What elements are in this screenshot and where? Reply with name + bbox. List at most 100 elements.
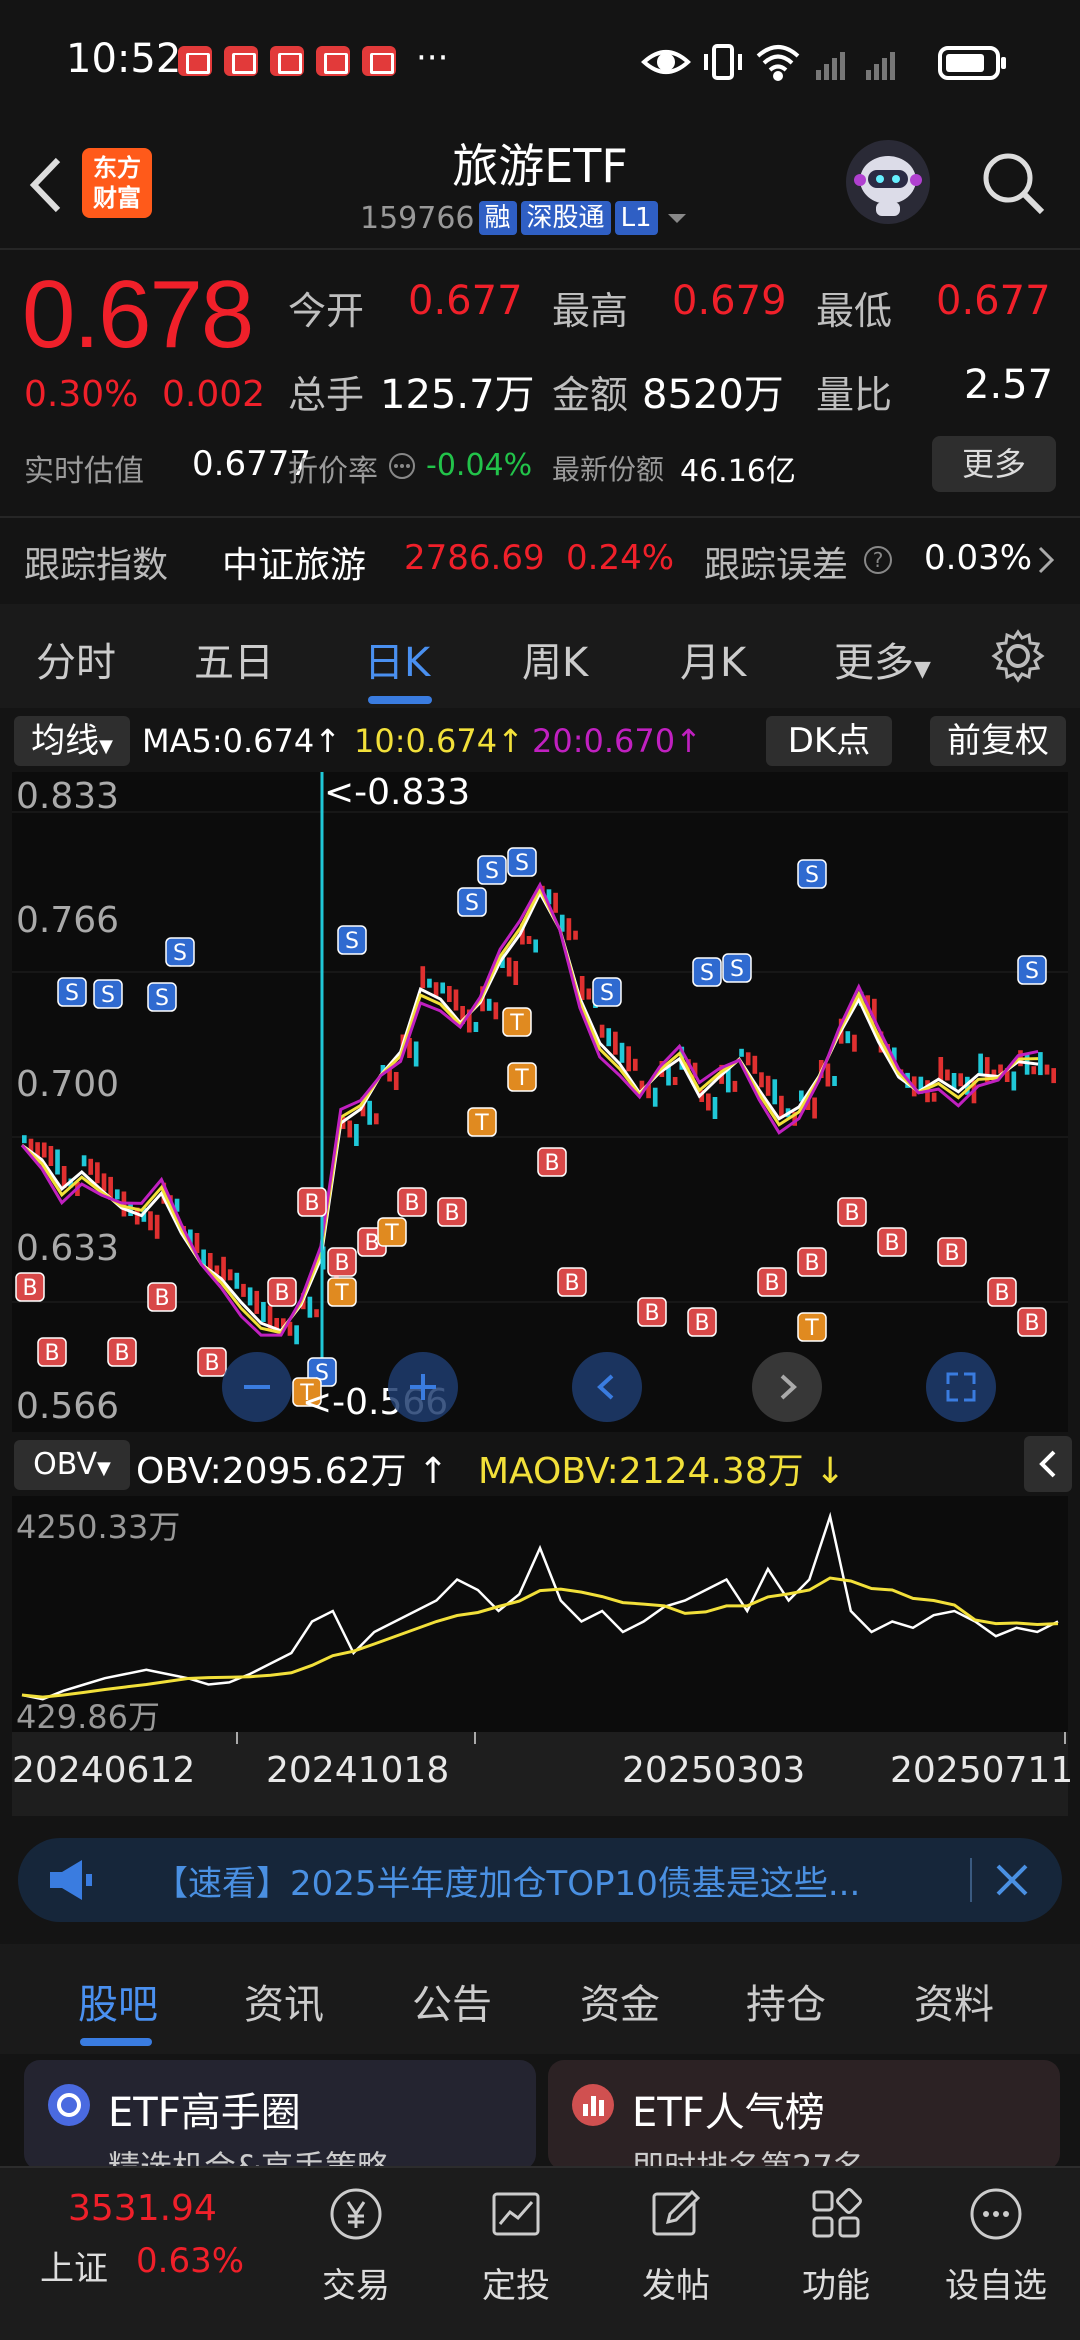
sell-marker: S xyxy=(692,957,722,987)
candle xyxy=(945,1069,950,1081)
date-label: 20250303 xyxy=(622,1750,806,1791)
tab-daily-k[interactable]: 日K xyxy=(364,630,430,688)
nav-label: 交易 xyxy=(322,2266,390,2306)
candle xyxy=(852,1034,857,1052)
date-label: 20240612 xyxy=(12,1750,196,1791)
tab-holdings[interactable]: 持仓 xyxy=(746,1972,826,2030)
fullscreen-button[interactable] xyxy=(926,1352,996,1422)
eye-icon xyxy=(641,50,691,74)
shares-value: 46.16亿 xyxy=(680,454,796,489)
candle xyxy=(825,1063,831,1087)
candle xyxy=(55,1149,60,1175)
svg-text:T: T xyxy=(514,1066,529,1091)
nav-post[interactable]: 发帖 xyxy=(616,2184,736,2307)
low-label: 最低 xyxy=(816,289,893,333)
buy-marker: B xyxy=(15,1272,45,1302)
divider xyxy=(970,1858,972,1902)
more-circle-icon xyxy=(970,2188,1022,2240)
dk-point-button[interactable]: DK点 xyxy=(766,716,892,766)
candle xyxy=(506,957,512,977)
back-button[interactable] xyxy=(22,150,70,220)
more-quote-button[interactable]: 更多 xyxy=(932,436,1056,492)
nav-invest-plan[interactable]: 定投 xyxy=(456,2184,576,2307)
status-time: 10:52 xyxy=(66,36,182,82)
tab-announcements[interactable]: 公告 xyxy=(412,1972,492,2030)
t-marker: T xyxy=(467,1107,497,1137)
tab-weekly-k[interactable]: 周K xyxy=(522,630,588,688)
candle xyxy=(367,1100,372,1125)
help-icon[interactable]: ? xyxy=(862,544,894,576)
nav-label: 实时估值 xyxy=(24,454,144,489)
more-notifications: ··· xyxy=(416,38,449,78)
search-icon xyxy=(983,153,1045,215)
tab-monthly-k[interactable]: 月K xyxy=(680,630,746,688)
indicator-selector[interactable]: OBV▼ xyxy=(14,1440,130,1490)
candle xyxy=(261,1302,266,1322)
tab-more[interactable]: 更多▼ xyxy=(834,630,931,688)
caret-down-icon[interactable] xyxy=(662,208,692,228)
svg-text:B: B xyxy=(694,1311,709,1336)
k-line-svg: S S SSSSSS S SSS S SB BBBBBBB BBBB BBBBB BBBBBTTTT… xyxy=(12,772,1068,1407)
ma5-value: MA5:0.674↑ xyxy=(142,722,342,760)
etf-expert-card[interactable]: ETF高手圈 精选机会&高手策略 xyxy=(24,2060,536,2170)
tab-news[interactable]: 资讯 xyxy=(244,1972,324,2030)
search-button[interactable] xyxy=(978,148,1048,218)
tab-five-day[interactable]: 五日 xyxy=(194,630,274,688)
error-label: 跟踪误差 xyxy=(704,545,849,586)
tab-forum[interactable]: 股吧 xyxy=(78,1972,158,2030)
candle xyxy=(354,1124,359,1146)
candle xyxy=(95,1162,100,1184)
date-tick xyxy=(1064,1732,1066,1744)
buy-marker: B xyxy=(437,1197,467,1227)
notification-icon xyxy=(224,46,258,76)
candle xyxy=(765,1075,771,1096)
scroll-left-button[interactable] xyxy=(572,1352,642,1422)
caret-down-icon: ▼ xyxy=(914,657,931,682)
nav-trade[interactable]: 交易 xyxy=(296,2184,416,2307)
notification-icon xyxy=(316,46,350,76)
ma-selector[interactable]: 均线▼ xyxy=(14,716,130,766)
date-label: 20250711 xyxy=(890,1750,1074,1791)
candle xyxy=(247,1287,253,1306)
scroll-right-button[interactable] xyxy=(752,1352,822,1422)
settings-gear-icon[interactable] xyxy=(990,628,1046,684)
news-text: 【速看】2025半年度加仓TOP10债基是这些... xyxy=(154,1864,861,1904)
market-index-widget[interactable]: 3531.94 上证 0.63% xyxy=(40,2188,244,2290)
tab-profile[interactable]: 资料 xyxy=(914,1972,994,2030)
obv-chart[interactable]: 4250.33万 429.86万 xyxy=(12,1496,1068,1736)
notification-icon xyxy=(362,46,396,76)
tab-funds[interactable]: 资金 xyxy=(580,1972,660,2030)
etf-popular-card[interactable]: ETF人气榜 即时排名第27名 xyxy=(548,2060,1060,2170)
grid-icon xyxy=(812,2188,862,2238)
ma-selector-label: 均线 xyxy=(31,721,100,761)
nav-add-watchlist[interactable]: 设自选 xyxy=(936,2184,1056,2307)
zoom-in-button[interactable] xyxy=(388,1352,458,1422)
svg-text:S: S xyxy=(515,851,529,876)
collapse-button[interactable] xyxy=(1024,1436,1072,1492)
buy-marker: B xyxy=(147,1282,177,1312)
info-dots-icon[interactable] xyxy=(388,452,416,480)
tab-intraday[interactable]: 分时 xyxy=(36,630,116,688)
svg-text:S: S xyxy=(730,957,744,982)
level-tag: L1 xyxy=(614,201,658,235)
news-banner[interactable]: 【速看】2025半年度加仓TOP10债基是这些... xyxy=(18,1838,1062,1922)
svg-text:B: B xyxy=(1024,1311,1039,1336)
candle xyxy=(533,939,538,953)
robot-assistant-icon[interactable] xyxy=(846,140,930,224)
nav-label: 发帖 xyxy=(642,2266,710,2306)
candle xyxy=(626,1046,631,1072)
date-axis: 20240612 20241018 20250303 20250711 xyxy=(12,1732,1073,1816)
candle xyxy=(227,1269,233,1281)
k-line-chart[interactable]: SSSSSSSSSSSSSSBBBBBBBBBBBBBBBBBBBBBBTTTT… xyxy=(12,772,1068,1432)
close-icon[interactable] xyxy=(992,1860,1032,1900)
stock-code: 159766 xyxy=(360,200,475,236)
svg-text:T: T xyxy=(334,1281,349,1306)
zoom-out-button[interactable] xyxy=(222,1352,292,1422)
bottom-navigation: 3531.94 上证 0.63% 交易 定投 发帖 功能 设自选 xyxy=(0,2166,1080,2340)
ratio-value: 2.57 xyxy=(964,362,1054,408)
chevron-left-icon xyxy=(1039,1450,1056,1478)
nav-functions[interactable]: 功能 xyxy=(776,2184,896,2307)
adjust-button[interactable]: 前复权 xyxy=(930,716,1066,766)
tracking-index-row[interactable]: 跟踪指数 中证旅游 2786.69 0.24% 跟踪误差 ? 0.03% xyxy=(0,528,1080,588)
candle xyxy=(154,1214,160,1239)
